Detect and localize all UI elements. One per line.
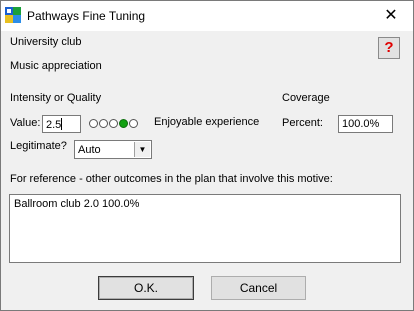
intensity-heading: Intensity or Quality [10, 92, 102, 104]
club-name: University club [10, 36, 82, 48]
close-icon[interactable]: ✕ [369, 1, 413, 31]
app-icon [5, 7, 21, 23]
rating-dot[interactable] [129, 119, 138, 128]
percent-label: Percent: [282, 117, 323, 129]
list-item[interactable]: Ballroom club 2.0 100.0% [14, 198, 396, 210]
dropdown-arrow-icon[interactable]: ▼ [134, 142, 150, 157]
reference-label: For reference - other outcomes in the pl… [10, 173, 333, 185]
legitimate-selected: Auto [78, 144, 101, 156]
intensity-rating[interactable] [89, 119, 139, 128]
window-title: Pathways Fine Tuning [27, 9, 146, 23]
legitimate-select[interactable]: Auto ▼ [74, 140, 152, 159]
ok-button[interactable]: O.K. [98, 276, 194, 300]
rating-dot[interactable] [119, 119, 128, 128]
percent-text: 100.0% [342, 118, 380, 130]
intensity-description: Enjoyable experience [154, 116, 260, 128]
value-label: Value: [10, 117, 41, 129]
reference-list[interactable]: Ballroom club 2.0 100.0% [9, 194, 401, 263]
rating-dot[interactable] [89, 119, 98, 128]
rating-dot[interactable] [109, 119, 118, 128]
text-caret [61, 118, 63, 130]
rating-dot[interactable] [99, 119, 108, 128]
percent-input[interactable]: 100.0% [338, 115, 393, 133]
coverage-heading: Coverage [282, 92, 330, 104]
value-text: 2.5 [46, 119, 62, 131]
value-input[interactable]: 2.5 [42, 115, 81, 133]
title-bar[interactable]: Pathways Fine Tuning ✕ [1, 1, 413, 31]
motive-name: Music appreciation [10, 60, 102, 72]
help-icon[interactable]: ? [378, 37, 400, 59]
legitimate-label: Legitimate? [10, 140, 67, 152]
cancel-button[interactable]: Cancel [211, 276, 306, 300]
dialog-window: Pathways Fine Tuning ✕ University club M… [0, 0, 414, 311]
